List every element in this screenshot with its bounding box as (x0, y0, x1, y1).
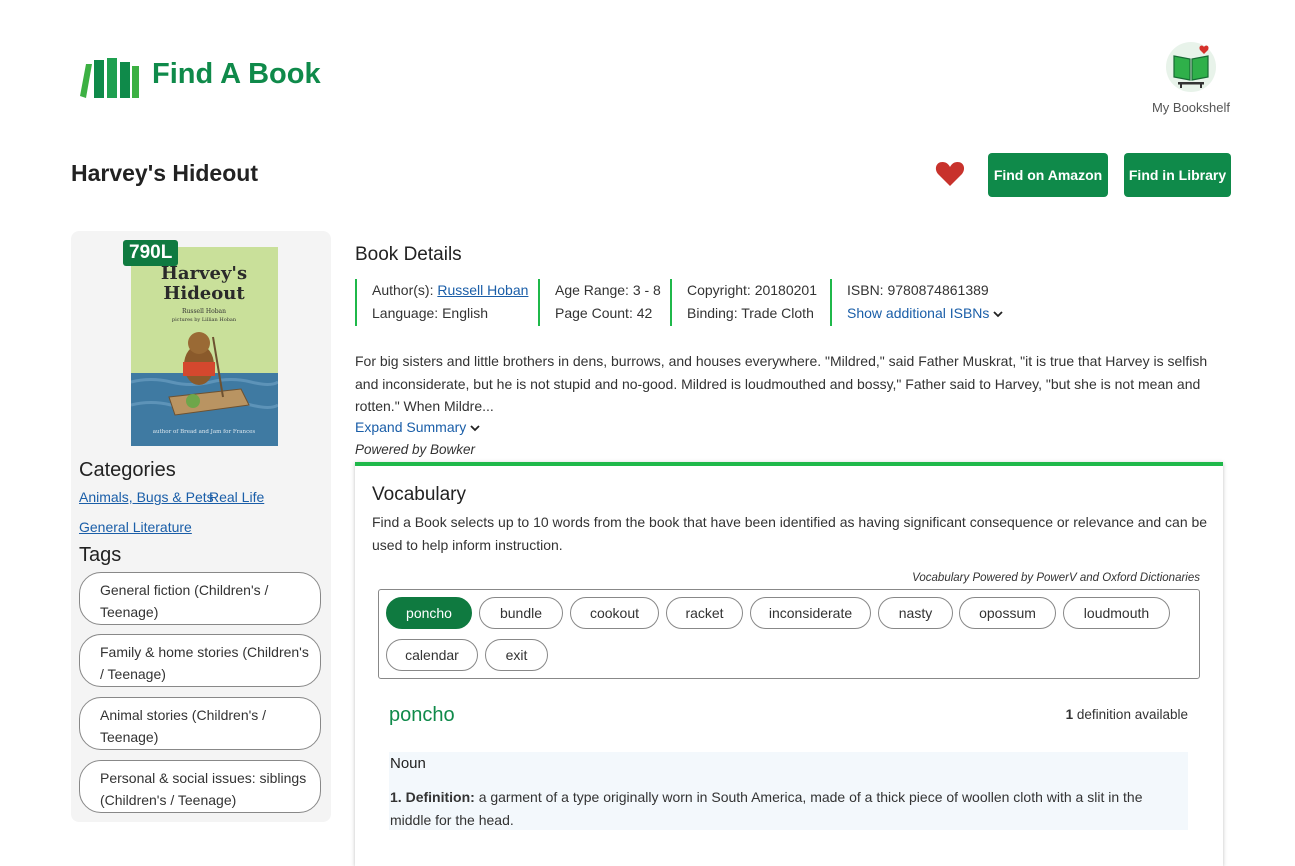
brand-name[interactable]: Find A Book (152, 58, 321, 91)
my-bookshelf-link[interactable]: My Bookshelf (1146, 42, 1236, 115)
show-isbns-label: Show additional ISBNs (847, 305, 990, 321)
page-title: Harvey's Hideout (71, 160, 258, 186)
details-copyright-column: Copyright: 20180201 Binding: Trade Cloth (670, 279, 817, 326)
word-pill-loudmouth[interactable]: loudmouth (1063, 597, 1170, 629)
find-on-amazon-button[interactable]: Find on Amazon (988, 153, 1108, 197)
book-cover-image: Harvey's Hideout Russell Hoban pictures … (131, 247, 278, 446)
tag-pill[interactable]: Family & home stories (Children's / Teen… (79, 634, 321, 687)
word-pill-cookout[interactable]: cookout (570, 597, 659, 629)
category-link-real-life[interactable]: Real Life (209, 489, 264, 505)
part-of-speech: Noun (390, 755, 426, 772)
vocabulary-powered-by: Vocabulary Powered by PowerV and Oxford … (912, 572, 1200, 584)
expand-summary-label: Expand Summary (355, 419, 467, 435)
vocabulary-heading: Vocabulary (372, 484, 467, 505)
bookshelf-label: My Bookshelf (1151, 100, 1231, 115)
copyright-text: Copyright: 20180201 (687, 282, 817, 298)
definition-label: Definition: (405, 789, 475, 805)
tag-pill[interactable]: General fiction (Children's / Teenage) (79, 572, 321, 625)
details-author-column: Author(s): Russell Hoban Language: Engli… (355, 279, 528, 326)
chevron-down-icon (993, 305, 1003, 321)
definition-entry: 1. Definition: a garment of a type origi… (390, 786, 1180, 831)
age-range-text: Age Range: 3 - 8 (555, 282, 661, 298)
vocabulary-description: Find a Book selects up to 10 words from … (372, 514, 1208, 553)
page-count-text: Page Count: 42 (555, 305, 653, 321)
word-pill-inconsiderate[interactable]: inconsiderate (750, 597, 871, 629)
favorite-heart-icon[interactable] (934, 158, 966, 190)
svg-text:pictures by Lillian Hoban: pictures by Lillian Hoban (172, 317, 237, 323)
category-link-general-literature[interactable]: General Literature (79, 519, 192, 535)
powered-by-text: Powered by Bowker (355, 442, 476, 457)
word-pill-poncho[interactable]: poncho (386, 597, 472, 629)
language-text: Language: English (372, 305, 488, 321)
expand-summary-toggle[interactable]: Expand Summary (355, 419, 480, 435)
definition-word: poncho (389, 704, 455, 726)
svg-text:author of Bread and Jam for Fr: author of Bread and Jam for Frances (153, 429, 256, 435)
details-age-column: Age Range: 3 - 8 Page Count: 42 (538, 279, 661, 326)
category-link-animals[interactable]: Animals, Bugs & Pets (79, 489, 214, 505)
book-summary: For big sisters and little brothers in d… (355, 353, 1208, 414)
logo-icon[interactable] (78, 56, 140, 100)
find-in-library-button[interactable]: Find in Library (1124, 153, 1231, 197)
definition-count-label: definition available (1073, 707, 1188, 722)
word-pill-bundle[interactable]: bundle (479, 597, 563, 629)
tag-pill[interactable]: Personal & social issues: siblings (Chil… (79, 760, 321, 813)
lexile-badge: 790L (123, 240, 179, 266)
binding-text: Binding: Trade Cloth (687, 305, 814, 321)
tag-pill[interactable]: Animal stories (Children's / Teenage) (79, 697, 321, 750)
show-additional-isbns-toggle[interactable]: Show additional ISBNs (847, 302, 1003, 325)
definition-number: 1. (390, 789, 402, 805)
author-link[interactable]: Russell Hoban (437, 282, 528, 298)
book-details-heading: Book Details (355, 244, 462, 265)
author-row: Author(s): Russell Hoban (372, 279, 528, 302)
definition-text: a garment of a type originally worn in S… (390, 789, 1143, 828)
word-pill-nasty[interactable]: nasty (878, 597, 953, 629)
chevron-down-icon (470, 419, 480, 435)
categories-heading: Categories (79, 459, 176, 481)
author-label: Author(s): (372, 282, 434, 298)
details-isbn-column: ISBN: 9780874861389 Show additional ISBN… (830, 279, 1003, 326)
word-pill-racket[interactable]: racket (666, 597, 743, 629)
isbn-text: ISBN: 9780874861389 (847, 282, 989, 298)
definition-count: 1 definition available (1000, 707, 1188, 722)
tags-heading: Tags (79, 544, 122, 566)
svg-text:Hideout: Hideout (163, 283, 245, 304)
svg-text:Russell Hoban: Russell Hoban (182, 308, 226, 315)
word-pill-calendar[interactable]: calendar (386, 639, 478, 671)
word-pill-opossum[interactable]: opossum (959, 597, 1056, 629)
word-pill-exit[interactable]: exit (485, 639, 548, 671)
bookshelf-icon (1166, 42, 1216, 92)
svg-text:Harvey's: Harvey's (161, 263, 247, 284)
